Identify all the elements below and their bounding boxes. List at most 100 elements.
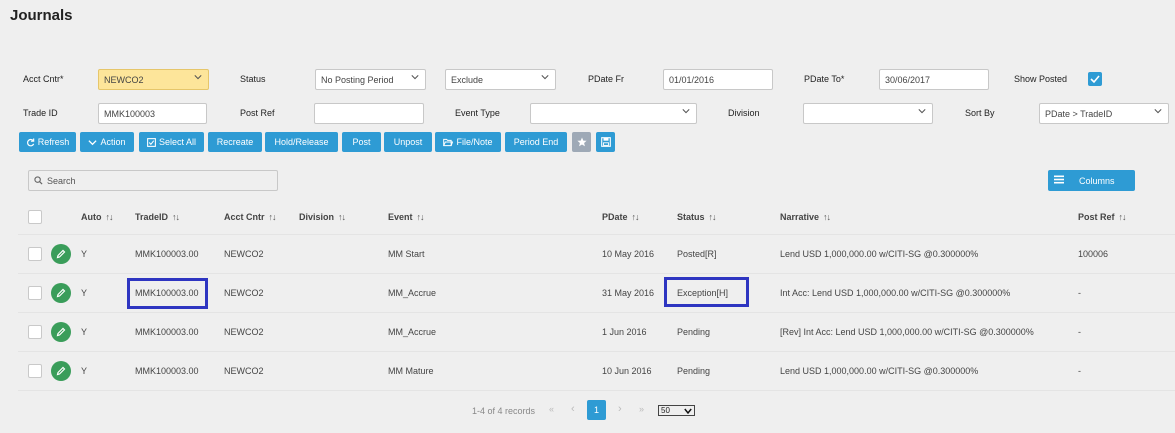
sort-icon: ↑↓ [631,212,640,222]
sort-icon: ↑↓ [416,212,425,222]
col-header-auto[interactable]: Auto ↑↓ [81,212,114,222]
cell-status: Posted[R] [677,249,717,259]
exclude-value: Exclude [451,75,484,85]
col-header-label: Event [388,212,413,222]
col-header-pdate[interactable]: PDate ↑↓ [602,212,640,222]
chevron-down-icon [194,75,202,80]
file-note-button[interactable]: File/Note [435,132,501,152]
col-header-status[interactable]: Status ↑↓ [677,212,717,222]
pencil-icon [56,249,66,259]
col-header-label: Narrative [780,212,820,222]
prev-page-button[interactable]: ‹ [571,403,575,415]
next-page-button[interactable]: › [618,403,622,415]
cell-event: MM Start [388,249,425,259]
post-button[interactable]: Post [342,132,381,152]
recreate-button[interactable]: Recreate [208,132,262,152]
favorite-button[interactable] [572,132,591,152]
edit-button[interactable] [51,361,71,381]
cell-acct-cntr: NEWCO2 [224,327,264,337]
show-posted-checkbox[interactable] [1088,72,1102,86]
col-header-acct-cntr[interactable]: Acct Cntr ↑↓ [224,212,277,222]
row-checkbox[interactable] [28,286,42,300]
pdate-to-input[interactable]: 30/06/2017 [879,69,989,90]
exclude-select[interactable]: Exclude [445,69,556,90]
row-checkbox[interactable] [28,364,42,378]
pdate-fr-input[interactable]: 01/01/2016 [663,69,773,90]
pdate-to-label: PDate To* [804,74,845,84]
action-button[interactable]: Action [80,132,134,152]
sort-icon: ↑↓ [1118,212,1127,222]
checkbox-icon [147,137,156,147]
hold-release-button[interactable]: Hold/Release [265,132,338,152]
row-divider [18,351,1175,352]
cell-post-ref: - [1078,366,1081,376]
page-1-button[interactable]: 1 [587,400,606,420]
col-header-division[interactable]: Division ↑↓ [299,212,346,222]
page-size-value: 50 [661,406,670,415]
acct-cntr-value: NEWCO2 [104,75,144,85]
event-type-select[interactable] [530,103,697,124]
refresh-button[interactable]: Refresh [19,132,76,152]
pencil-icon [56,327,66,337]
columns-button[interactable]: Columns [1048,170,1135,191]
search-icon [34,176,43,185]
cell-event: MM Mature [388,366,434,376]
hold-release-label: Hold/Release [274,137,329,147]
division-select[interactable] [803,103,933,124]
acct-cntr-select[interactable]: NEWCO2 [98,69,209,90]
status-select[interactable]: No Posting Period [315,69,426,90]
row-divider [18,273,1175,274]
search-input[interactable]: Search [28,170,278,191]
sort-by-select[interactable]: PDate > TradeID [1039,103,1169,124]
check-icon [1090,75,1100,84]
page-size-select[interactable]: 50 [658,405,695,416]
col-header-label: Division [299,212,335,222]
col-header-post-ref[interactable]: Post Ref ↑↓ [1078,212,1127,222]
trade-id-input[interactable]: MMK100003 [98,103,207,124]
col-header-label: PDate [602,212,628,222]
col-header-event[interactable]: Event ↑↓ [388,212,425,222]
unpost-button[interactable]: Unpost [384,132,432,152]
select-all-label: Select All [158,137,197,147]
post-ref-input[interactable] [314,103,424,124]
row-divider [18,390,1175,391]
cell-tradeid: MMK100003.00 [135,288,199,298]
edit-button[interactable] [51,283,71,303]
col-header-tradeid[interactable]: TradeID ↑↓ [135,212,180,222]
period-end-button[interactable]: Period End [505,132,567,152]
col-header-label: TradeID [135,212,169,222]
sort-by-label: Sort By [965,108,995,118]
chevron-down-icon [1154,109,1162,114]
cell-narrative: [Rev] Int Acc: Lend USD 1,000,000.00 w/C… [780,327,1034,337]
col-header-label: Acct Cntr [224,212,265,222]
unpost-label: Unpost [393,137,423,147]
row-checkbox[interactable] [28,247,42,261]
folder-open-icon [443,138,454,146]
last-page-button[interactable]: » [639,404,644,414]
row-divider [18,312,1175,313]
trade-id-label: Trade ID [23,108,58,118]
select-all-rows-checkbox[interactable] [28,210,42,224]
star-icon [576,137,587,147]
chevron-down-icon [541,75,549,80]
recreate-label: Recreate [216,137,254,147]
first-page-button[interactable]: « [549,404,554,414]
cell-tradeid: MMK100003.00 [135,249,199,259]
select-all-button[interactable]: Select All [139,132,204,152]
post-ref-label: Post Ref [240,108,275,118]
row-divider [18,234,1175,235]
row-checkbox[interactable] [28,325,42,339]
cell-tradeid: MMK100003.00 [135,327,199,337]
save-button[interactable] [596,132,615,152]
edit-button[interactable] [51,244,71,264]
cell-event: MM_Accrue [388,327,437,337]
cell-pdate: 10 May 2016 [602,249,655,259]
col-header-narrative[interactable]: Narrative ↑↓ [780,212,831,222]
cell-status: Pending [677,366,711,376]
refresh-label: Refresh [37,137,70,147]
cell-acct-cntr: NEWCO2 [224,366,264,376]
col-header-label: Auto [81,212,102,222]
cell-post-ref: 100006 [1078,249,1109,259]
edit-button[interactable] [51,322,71,342]
sort-icon: ↑↓ [172,212,180,222]
